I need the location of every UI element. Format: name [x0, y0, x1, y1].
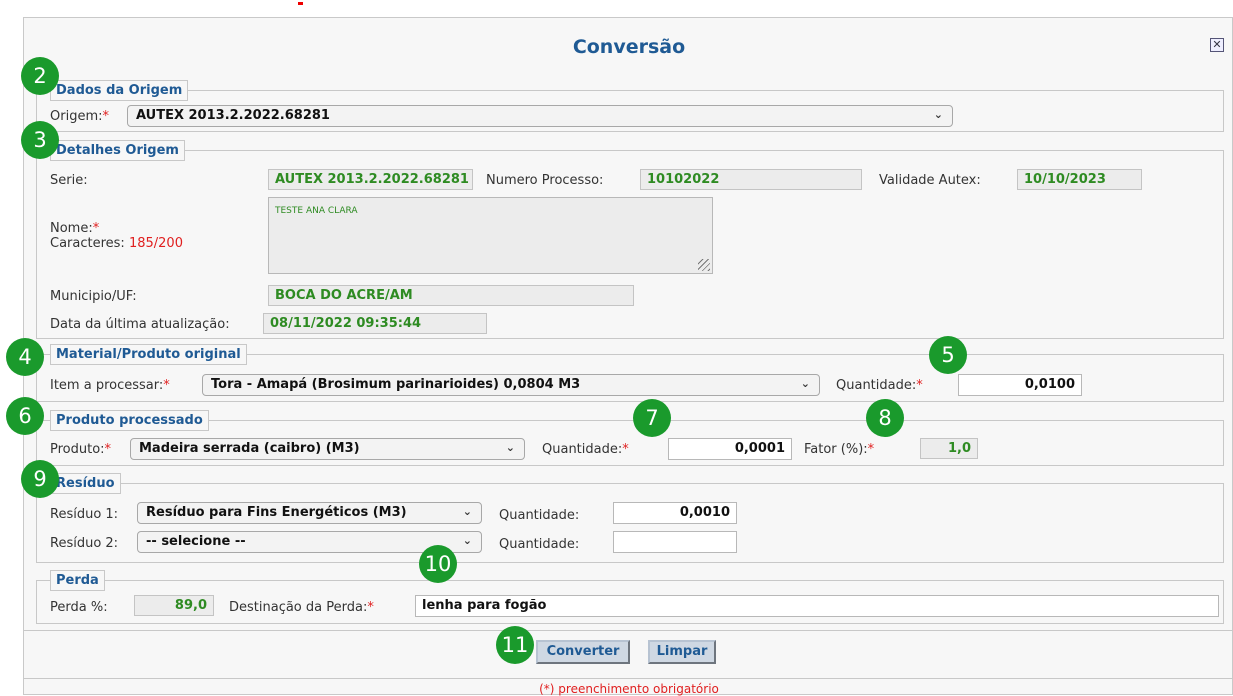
residuo1-quantidade-input[interactable]: 0,0010	[613, 502, 737, 524]
annotation-badge-7: 7	[633, 399, 671, 437]
annotation-badge-9: 9	[21, 460, 59, 498]
residuo2-label: Resíduo 2:	[50, 536, 119, 551]
produto-select[interactable]: Madeira serrada (caibro) (M3) ⌄	[130, 438, 525, 460]
residuo2-quantidade-input[interactable]	[613, 531, 737, 553]
resize-grip-icon[interactable]	[698, 259, 710, 271]
residuo2-quantidade-label: Quantidade:	[499, 537, 580, 552]
actions-divider-bottom	[24, 678, 1233, 679]
required-footnote: (*) preenchimento obrigatório	[539, 682, 719, 696]
chevron-down-icon: ⌄	[800, 377, 810, 390]
produto-quantidade-label: Quantidade:*	[542, 442, 629, 457]
material-quantidade-label: Quantidade:*	[836, 378, 923, 393]
annotation-badge-6: 6	[6, 397, 44, 435]
destinacao-input[interactable]: lenha para fogão	[415, 595, 1219, 617]
numero-processo-field: 10102022	[640, 169, 862, 190]
top-red-mark	[298, 2, 303, 5]
annotation-badge-11: 11	[496, 626, 534, 664]
municipio-label: Municipio/UF:	[50, 289, 137, 304]
produto-quantidade-input[interactable]: 0,0001	[668, 438, 792, 460]
limpar-button[interactable]: Limpar	[648, 640, 716, 664]
fator-label: Fator (%):*	[804, 442, 875, 457]
item-processar-value: Tora - Amapá (Brosimum parinarioides) 0,…	[211, 377, 581, 392]
perda-label: Perda %:	[50, 600, 108, 615]
produto-select-value: Madeira serrada (caibro) (M3)	[139, 441, 360, 456]
municipio-field: BOCA DO ACRE/AM	[268, 285, 634, 306]
item-processar-label: Item a processar:*	[50, 378, 170, 393]
material-quantidade-input[interactable]: 0,0100	[958, 374, 1082, 396]
validade-autex-label: Validade Autex:	[879, 173, 981, 188]
chevron-down-icon: ⌄	[505, 441, 515, 454]
serie-field: AUTEX 2013.2.2022.68281	[268, 169, 473, 190]
nome-textarea-value: TESTE ANA CLARA	[275, 206, 358, 216]
annotation-badge-5: 5	[929, 336, 967, 374]
origem-select[interactable]: AUTEX 2013.2.2022.68281 ⌄	[127, 105, 953, 127]
item-processar-select[interactable]: Tora - Amapá (Brosimum parinarioides) 0,…	[202, 374, 820, 396]
annotation-badge-2: 2	[21, 57, 59, 95]
converter-button[interactable]: Converter	[536, 640, 630, 664]
chevron-down-icon: ⌄	[933, 108, 943, 121]
destinacao-label: Destinação da Perda:*	[229, 600, 374, 615]
chevron-down-icon: ⌄	[462, 534, 472, 547]
caracteres-label: Caracteres: 185/200	[50, 236, 183, 251]
produto-legend: Produto processado	[50, 410, 209, 431]
residuo1-select[interactable]: Resíduo para Fins Energéticos (M3) ⌄	[137, 502, 482, 524]
validade-autex-field: 10/10/2023	[1017, 169, 1142, 190]
origem-legend: Dados da Origem	[50, 80, 189, 101]
annotation-badge-8: 8	[866, 399, 904, 437]
annotation-badge-3: 3	[21, 121, 59, 159]
close-icon[interactable]: ✕	[1210, 38, 1224, 52]
conversion-dialog: Conversão ✕ Dados da Origem Origem:* AUT…	[23, 17, 1233, 696]
serie-label: Serie:	[50, 173, 88, 188]
origem-label: Origem:*	[50, 109, 109, 124]
detalhes-legend: Detalhes Origem	[50, 140, 185, 161]
nome-textarea[interactable]: TESTE ANA CLARA	[268, 197, 713, 274]
perda-legend: Perda	[50, 570, 105, 591]
dialog-title: Conversão	[572, 36, 686, 58]
fator-field: 1,0	[920, 438, 978, 459]
residuo1-select-value: Resíduo para Fins Energéticos (M3)	[146, 505, 407, 520]
nome-label: Nome:*	[50, 221, 100, 236]
numero-processo-label: Numero Processo:	[486, 173, 604, 188]
annotation-badge-10: 10	[419, 545, 457, 583]
residuo-legend: Resíduo	[50, 473, 121, 494]
actions-divider-top	[24, 630, 1233, 631]
chevron-down-icon: ⌄	[462, 505, 472, 518]
origem-select-value: AUTEX 2013.2.2022.68281	[136, 108, 330, 123]
atualizacao-field: 08/11/2022 09:35:44	[263, 313, 487, 334]
produto-label: Produto:*	[50, 442, 112, 457]
annotation-badge-4: 4	[6, 338, 44, 376]
residuo2-select-value: -- selecione --	[146, 534, 246, 549]
perda-field: 89,0	[134, 595, 214, 616]
material-legend: Material/Produto original	[50, 344, 247, 365]
residuo1-quantidade-label: Quantidade:	[499, 508, 580, 523]
residuo1-label: Resíduo 1:	[50, 507, 119, 522]
atualizacao-label: Data da última atualização:	[50, 317, 230, 332]
